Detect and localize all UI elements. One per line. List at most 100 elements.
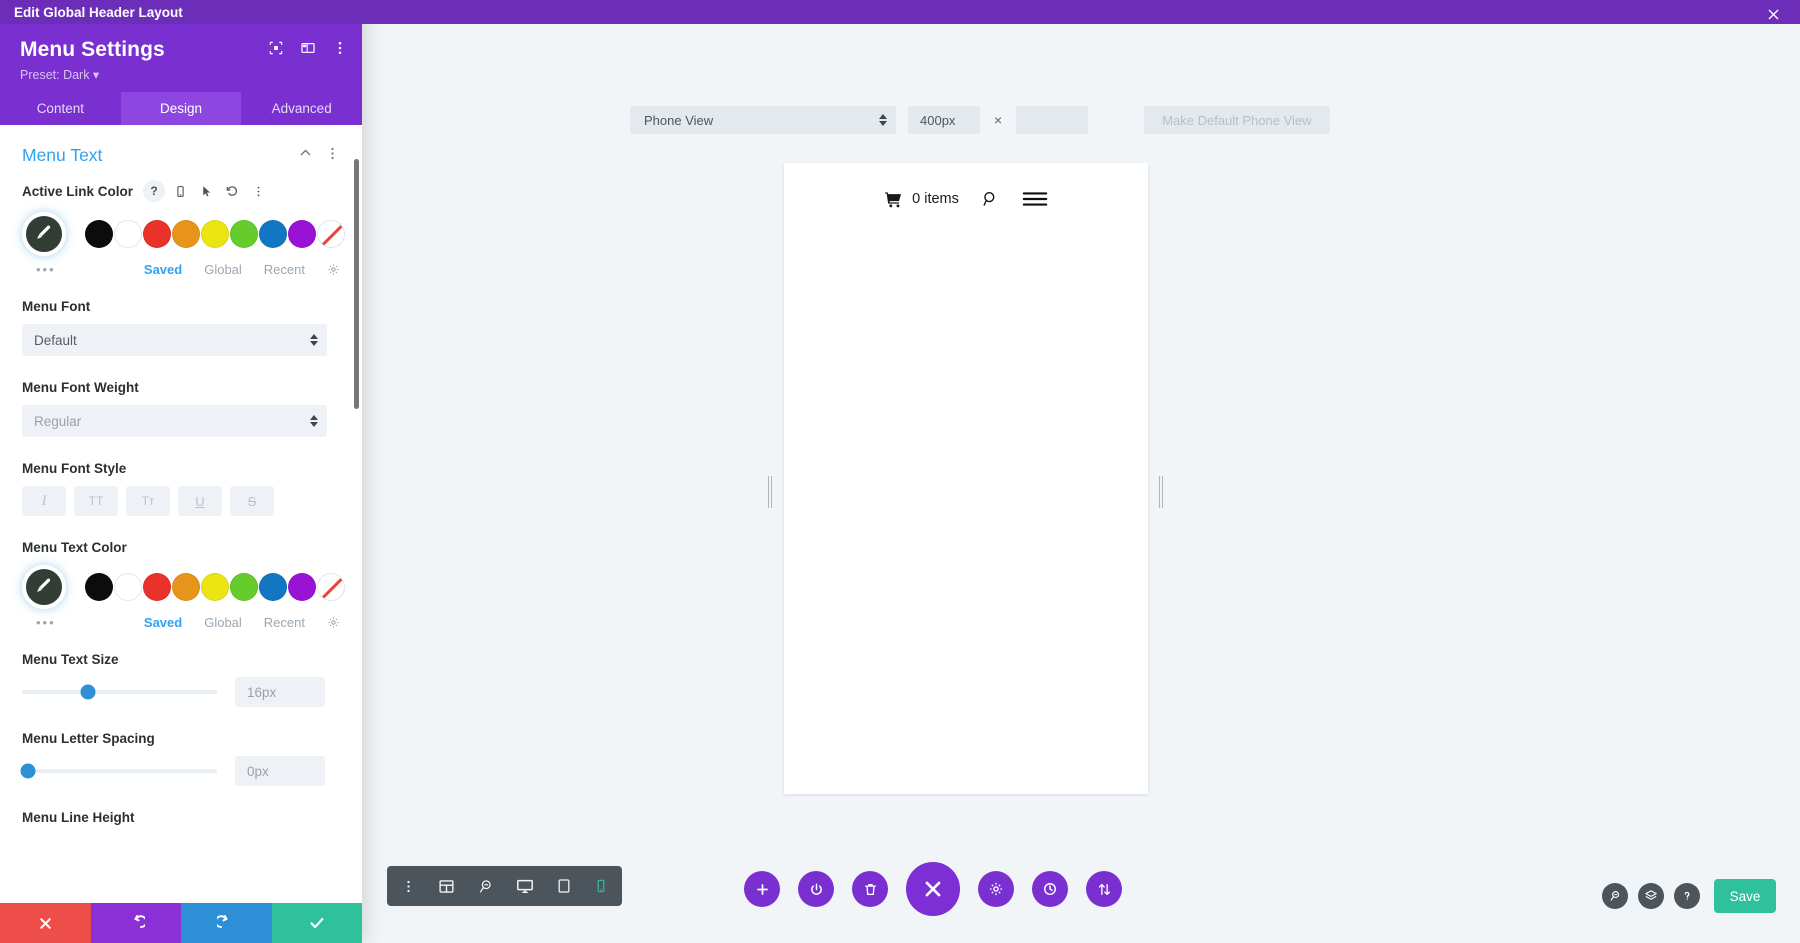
swatch-orange[interactable] [172, 573, 200, 601]
make-default-phone-view-button[interactable]: Make Default Phone View [1144, 106, 1330, 134]
chevron-up-icon[interactable] [298, 146, 313, 166]
tablet-icon[interactable] [556, 878, 572, 894]
palette-tab-global[interactable]: Global [204, 262, 242, 277]
uppercase-button[interactable]: TT [74, 486, 118, 516]
resize-handle-left[interactable] [768, 476, 772, 508]
menu-letter-spacing-slider[interactable] [20, 763, 217, 779]
swatch-orange[interactable] [172, 220, 200, 248]
swatch-white[interactable] [114, 573, 142, 601]
settings-panel: Edit Global Header Layout Menu Settings … [0, 0, 362, 943]
palette-tab-saved[interactable]: Saved [144, 262, 182, 277]
swatch-yellow[interactable] [201, 573, 229, 601]
swatch-blue[interactable] [259, 220, 287, 248]
menu-letter-spacing-slider-knob[interactable] [20, 763, 36, 779]
capitalize-button[interactable]: Tт [126, 486, 170, 516]
more-vertical-icon[interactable] [401, 879, 416, 894]
menu-text-color-swatches [22, 565, 345, 609]
wireframe-icon[interactable] [438, 878, 455, 895]
active-link-color-meta: ••• Saved Global Recent [22, 262, 340, 277]
save-button[interactable] [271, 903, 362, 943]
field-menu-line-height: Menu Line Height [22, 810, 340, 825]
palette-tab-global[interactable]: Global [204, 615, 242, 630]
swatch-black[interactable] [85, 220, 113, 248]
add-icon[interactable] [744, 871, 780, 907]
hamburger-menu-icon[interactable] [1022, 189, 1048, 209]
swatch-blue[interactable] [259, 573, 287, 601]
palette-tab-recent[interactable]: Recent [264, 262, 305, 277]
layout-columns-icon[interactable] [300, 40, 316, 56]
history-icon[interactable] [1032, 871, 1068, 907]
reset-icon[interactable] [221, 180, 243, 202]
power-icon[interactable] [798, 871, 834, 907]
field-more-vertical-icon[interactable] [247, 180, 269, 202]
swatch-purple[interactable] [288, 573, 316, 601]
panel-titlebar: Edit Global Header Layout [0, 0, 362, 24]
select-arrows-icon [879, 114, 887, 126]
menu-font-select[interactable]: Default [22, 324, 327, 356]
swatch-none[interactable] [317, 220, 345, 248]
swatch-green[interactable] [230, 573, 258, 601]
section-menu-text: Menu Text [22, 125, 340, 180]
swatch-yellow[interactable] [201, 220, 229, 248]
gear-icon[interactable] [327, 263, 340, 276]
search-icon[interactable] [981, 190, 1000, 209]
zoom-out-icon[interactable] [477, 878, 494, 895]
desktop-icon[interactable] [516, 877, 534, 895]
zoom-out-icon[interactable] [1602, 883, 1628, 909]
menu-text-size-value[interactable]: 16px [235, 677, 325, 707]
color-picker-button[interactable] [22, 212, 66, 256]
preset-selector[interactable]: Preset: Dark ▾ [20, 67, 348, 82]
help-icon[interactable] [1674, 883, 1700, 909]
active-link-color-label: Active Link Color [22, 183, 134, 199]
palette-more-dots[interactable]: ••• [36, 262, 56, 277]
undo-button[interactable] [90, 903, 181, 943]
viewport-height-input[interactable] [1016, 106, 1089, 134]
tab-content[interactable]: Content [0, 92, 121, 125]
section-more-vertical-icon[interactable] [325, 146, 340, 166]
swatch-black[interactable] [85, 573, 113, 601]
field-menu-text-size: Menu Text Size 16px [22, 652, 340, 707]
swatch-white[interactable] [114, 220, 142, 248]
palette-tab-saved[interactable]: Saved [144, 615, 182, 630]
tab-design[interactable]: Design [120, 92, 242, 125]
panel-tabs: Content Design Advanced [0, 92, 362, 125]
menu-text-size-slider[interactable] [22, 684, 217, 700]
view-mode-select[interactable]: Phone View [630, 106, 896, 134]
more-vertical-icon[interactable] [332, 40, 348, 56]
color-picker-button[interactable] [22, 565, 66, 609]
sort-icon[interactable] [1086, 871, 1122, 907]
menu-font-weight-select[interactable]: Regular [22, 405, 327, 437]
cancel-button[interactable] [0, 903, 91, 943]
redo-button[interactable] [181, 903, 272, 943]
trash-icon[interactable] [852, 871, 888, 907]
cart-widget[interactable]: 0 items [884, 190, 959, 209]
strikethrough-button[interactable]: S [230, 486, 274, 516]
close-window-button[interactable] [1762, 3, 1784, 25]
gear-icon[interactable] [327, 616, 340, 629]
resize-handle-right[interactable] [1159, 476, 1163, 508]
canvas-save-button[interactable]: Save [1714, 879, 1776, 913]
field-menu-font-style: Menu Font Style I TT Tт U S [22, 461, 340, 516]
close-builder-icon[interactable] [906, 862, 960, 916]
focus-target-icon[interactable] [268, 40, 284, 56]
swatch-none[interactable] [317, 573, 345, 601]
italic-button[interactable]: I [22, 486, 66, 516]
phone-icon[interactable] [594, 878, 608, 894]
palette-more-dots[interactable]: ••• [36, 615, 56, 630]
viewport-width-input[interactable]: 400px [908, 106, 980, 134]
mobile-icon[interactable] [169, 180, 191, 202]
menu-text-size-slider-knob[interactable] [80, 684, 96, 700]
underline-button[interactable]: U [178, 486, 222, 516]
panel-scrollbar[interactable] [354, 159, 359, 409]
cursor-icon[interactable] [195, 180, 217, 202]
tab-advanced[interactable]: Advanced [241, 92, 362, 125]
menu-letter-spacing-value[interactable]: 0px [235, 756, 325, 786]
settings-gear-icon[interactable] [978, 871, 1014, 907]
layers-icon[interactable] [1638, 883, 1664, 909]
palette-tab-recent[interactable]: Recent [264, 615, 305, 630]
help-icon[interactable]: ? [143, 180, 166, 202]
swatch-green[interactable] [230, 220, 258, 248]
swatch-red[interactable] [143, 220, 171, 248]
swatch-red[interactable] [143, 573, 171, 601]
swatch-purple[interactable] [288, 220, 316, 248]
